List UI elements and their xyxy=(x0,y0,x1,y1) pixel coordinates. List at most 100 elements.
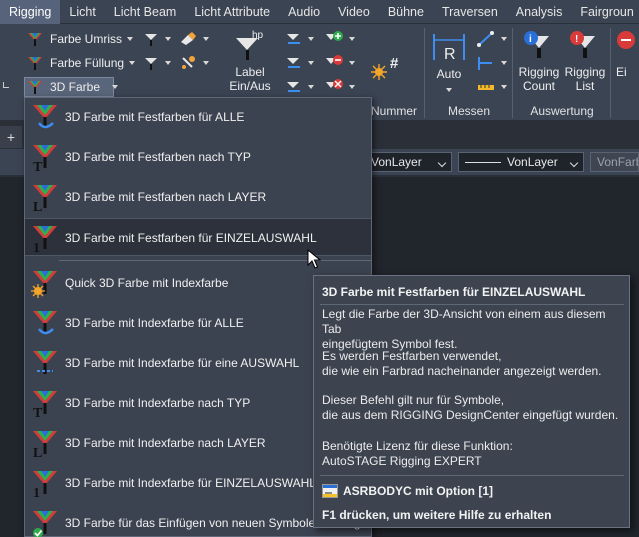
quick-3d-color-icon xyxy=(31,271,57,298)
3d-index-type-icon: T xyxy=(33,391,57,419)
tab-licht-attribute[interactable]: Licht Attribute xyxy=(185,0,279,24)
add-number-icon xyxy=(326,31,343,41)
tooltip-description: Legt die Farbe der 3D-Ansicht von einem … xyxy=(322,307,606,351)
label-line2: Ein/Aus xyxy=(229,79,271,93)
3d-index-single-icon: 1 xyxy=(33,471,57,499)
auto-label: Auto xyxy=(436,67,462,81)
number-sun-icon[interactable]: # xyxy=(370,54,410,87)
nummer-panel-title: Nummer xyxy=(370,104,417,118)
new-tab-button[interactable]: + xyxy=(0,126,22,148)
farbe-umriss-button[interactable]: Farbe Umriss xyxy=(26,28,134,50)
tab-traversen[interactable]: Traversen xyxy=(433,0,507,24)
linetype-combo[interactable]: VonLayer xyxy=(458,152,584,172)
menu-item[interactable]: T 3D Farbe mit Festfarben nach TYP xyxy=(25,138,371,176)
tooltip-title: 3D Farbe mit Festfarben für EINZELAUSWAH… xyxy=(322,285,586,299)
messen-panel-title: Messen xyxy=(447,104,491,118)
auto-measure-icon: R xyxy=(433,34,465,63)
tab-audio[interactable]: Audio xyxy=(279,0,329,24)
menu-item-label: 3D Farbe mit Festfarben für ALLE xyxy=(65,110,245,124)
ein-button[interactable]: Ei xyxy=(612,28,639,79)
tab-analysis[interactable]: Analysis xyxy=(507,0,572,24)
rigging-list-icon: ! xyxy=(570,31,595,58)
3d-color-type-icon: T xyxy=(33,145,57,173)
label-toggle-icon: hp xyxy=(236,30,264,60)
measure-tool-3[interactable] xyxy=(476,76,507,98)
small-tool-button-6[interactable] xyxy=(285,52,314,74)
tab-b-hne[interactable]: Bühne xyxy=(379,0,433,24)
tooltip-command: ASRBODYC mit Option [1] xyxy=(322,484,493,498)
add-number-button[interactable] xyxy=(324,28,355,50)
ribbon-fragment xyxy=(3,82,9,88)
light-label-icon xyxy=(287,34,300,44)
color-combo[interactable]: VonFarb xyxy=(590,152,639,172)
menu-item[interactable]: L 3D Farbe mit Festfarben nach LAYER xyxy=(25,178,371,216)
rigging-count-line1: Rigging xyxy=(518,65,560,79)
delete-number-icon xyxy=(326,79,343,89)
svg-text:1: 1 xyxy=(33,241,40,254)
ein-label: Ei xyxy=(616,65,627,79)
linetype-combo-value: VonLayer xyxy=(507,155,558,169)
rigging-list-button[interactable]: ! Rigging List xyxy=(562,28,608,93)
light-label-icon-2 xyxy=(287,58,300,68)
ribbon-tab-bar: Rigging Licht Licht Beam Licht Attribute Aud… xyxy=(0,0,639,24)
measure-tool-2[interactable] xyxy=(476,52,507,74)
small-tool-button-2[interactable] xyxy=(142,52,171,74)
remove-number-button[interactable] xyxy=(324,52,355,74)
tab-rigging[interactable]: Rigging xyxy=(0,0,61,24)
3d-color-single-icon: 1 xyxy=(33,226,57,254)
farbe-fuellung-button[interactable]: Farbe Füllung xyxy=(26,52,136,74)
spotlight-tool-icon-2 xyxy=(145,58,157,70)
rigging-count-line2: Count xyxy=(522,79,556,93)
diagonal-measure-icon xyxy=(477,31,494,47)
small-tool-button-7[interactable] xyxy=(285,76,314,98)
svg-text:1: 1 xyxy=(33,486,40,499)
menu-item-label: 3D Farbe mit Indexfarbe nach LAYER xyxy=(65,436,266,450)
tab-video[interactable]: Video xyxy=(329,0,379,24)
rigging-list-line2: List xyxy=(575,79,595,93)
3d-farbe-label: 3D Farbe xyxy=(50,80,101,94)
small-tool-button-3[interactable] xyxy=(178,28,209,50)
rigging-count-icon: i xyxy=(524,31,549,58)
tooltip-paragraph-2: Es werden Festfarben verwendet, die wie … xyxy=(322,349,602,378)
vertical-measure-icon xyxy=(478,57,492,70)
menu-item-label: 3D Farbe mit Indexfarbe für EINZELAUSWAH… xyxy=(65,476,316,490)
command-line-icon xyxy=(322,484,338,498)
panel-separator xyxy=(424,28,425,118)
3d-color-insert-icon xyxy=(33,511,57,537)
remove-number-icon xyxy=(326,55,343,65)
tooltip-paragraph-4: Benötigte Lizenz für diese Funktion: Aut… xyxy=(322,439,513,468)
fill-color-icon xyxy=(28,57,42,70)
svg-text:R: R xyxy=(444,46,456,63)
3d-farbe-row[interactable]: 3D Farbe xyxy=(26,76,119,98)
measure-tool-1[interactable] xyxy=(476,28,507,50)
tooltip-paragraph-3: Dieser Befehl gilt nur für Symbole, die … xyxy=(322,393,619,422)
menu-separator xyxy=(59,260,371,261)
outline-color-icon xyxy=(28,33,42,46)
tab-fairgroun[interactable]: Fairgroun xyxy=(571,0,639,24)
menu-item-label: Quick 3D Farbe mit Indexfarbe xyxy=(65,276,229,290)
menu-item-label: 3D Farbe mit Festfarben für EINZELAUSWAH… xyxy=(65,231,317,245)
3d-index-selection-icon xyxy=(33,351,57,374)
svg-text:hp: hp xyxy=(252,30,264,41)
3d-color-icon xyxy=(28,81,42,94)
menu-item-label: 3D Farbe mit Indexfarbe für eine AUSWAHL xyxy=(65,356,300,370)
auto-measure-button[interactable]: R Auto xyxy=(428,30,470,95)
delete-number-button[interactable] xyxy=(324,76,355,98)
label-line1: Label xyxy=(235,65,265,79)
svg-text:i: i xyxy=(529,34,532,45)
svg-text:#: # xyxy=(390,55,399,72)
3d-index-all-icon xyxy=(33,311,57,335)
small-tool-button-5[interactable] xyxy=(285,28,314,50)
label-ein-aus-button[interactable]: hp Label Ein/Aus xyxy=(222,28,278,93)
3d-index-layer-icon: L xyxy=(33,431,57,459)
tab-licht-beam[interactable]: Licht Beam xyxy=(105,0,186,24)
menu-item[interactable]: 3D Farbe mit Festfarben für ALLE xyxy=(25,98,371,136)
small-tool-button-1[interactable] xyxy=(142,28,171,50)
tab-licht[interactable]: Licht xyxy=(60,0,104,24)
small-tool-button-4[interactable] xyxy=(178,52,209,74)
farbe-umriss-label: Farbe Umriss xyxy=(50,32,123,46)
rigging-count-button[interactable]: i Rigging Count xyxy=(516,28,562,93)
svg-text:T: T xyxy=(33,160,43,173)
tooltip-help-text: F1 drücken, um weitere Hilfe zu erhalten xyxy=(322,508,552,522)
svg-text:L: L xyxy=(33,446,42,459)
